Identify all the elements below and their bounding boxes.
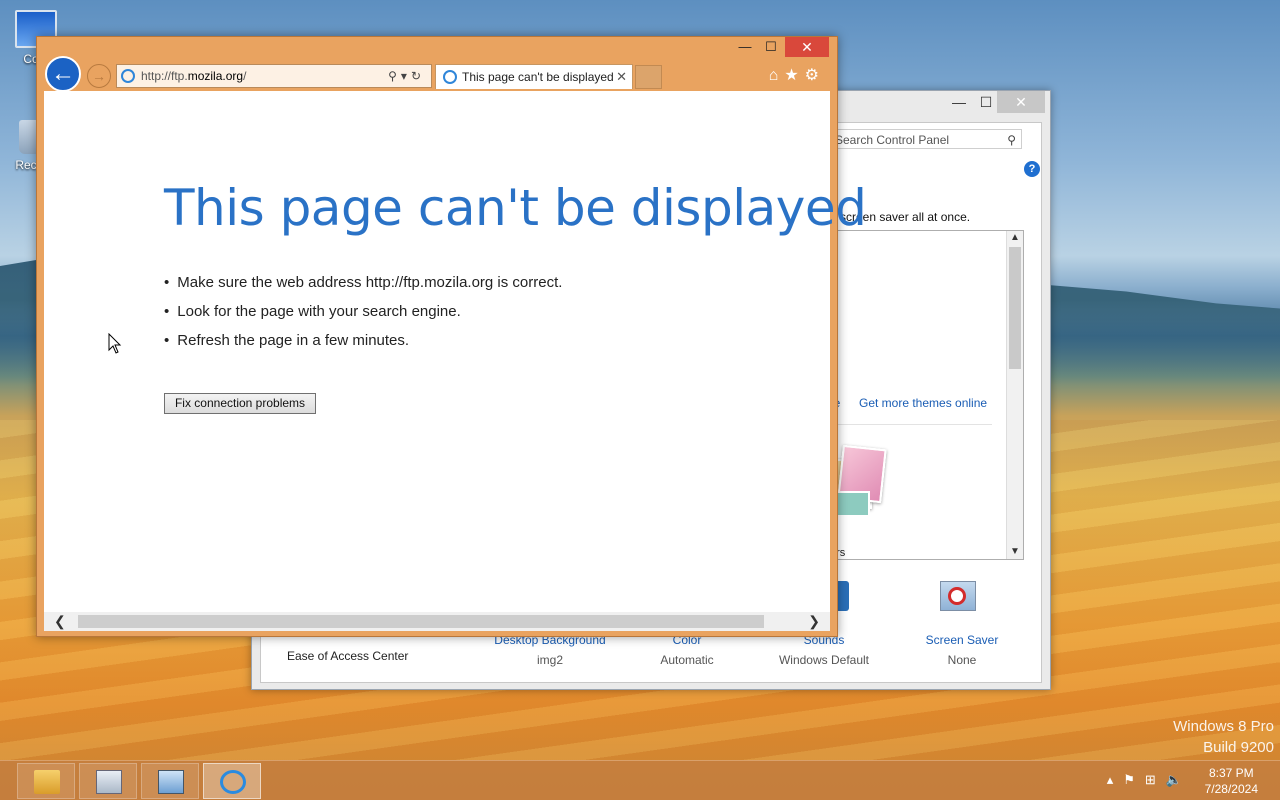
ie-page-icon xyxy=(121,69,135,83)
ease-of-access-link[interactable]: Ease of Access Center xyxy=(287,649,408,663)
new-tab-button[interactable] xyxy=(635,65,662,89)
screen-saver-icon xyxy=(938,579,978,619)
scroll-up-icon[interactable]: ▲ xyxy=(1007,231,1023,245)
watermark-line: Windows 8 Pro xyxy=(1173,718,1274,735)
search-icon[interactable]: ⚲ xyxy=(388,69,401,83)
list-item: Refresh the page in a few minutes. xyxy=(164,332,562,361)
tile-color[interactable]: Color Automatic xyxy=(618,633,756,667)
scroll-down-icon[interactable]: ▼ xyxy=(1007,545,1023,559)
horizontal-scrollbar[interactable]: ❮ ❯ xyxy=(44,612,830,631)
desktop: Com Recyc — ☐ ✕ Search Control Panel ⚲ ?… xyxy=(0,0,1280,800)
forward-button[interactable]: → xyxy=(87,64,111,88)
tile-value: None xyxy=(947,653,977,667)
dropdown-icon[interactable]: ▾ xyxy=(401,69,411,83)
browser-window: — ☐ ✕ ← → http://ftp.mozila.org/ ⚲▾↻ Thi… xyxy=(36,36,867,637)
volume-muted-icon[interactable]: 🔈 xyxy=(1166,772,1192,787)
folder-icon xyxy=(34,770,60,794)
address-url: http://ftp.mozila.org/ xyxy=(141,69,247,83)
page-content: This page can't be displayed Make sure t… xyxy=(44,91,867,631)
address-tools[interactable]: ⚲▾↻ xyxy=(388,65,425,87)
clock[interactable]: 8:37 PM 7/28/2024 xyxy=(1205,765,1258,797)
theme-list-scrollbar[interactable]: ▲ ▼ xyxy=(1006,231,1023,559)
scroll-thumb[interactable] xyxy=(1009,247,1021,369)
clock-time: 8:37 PM xyxy=(1208,766,1254,780)
help-icon[interactable]: ? xyxy=(1024,161,1040,177)
tile-value: Windows Default xyxy=(778,653,870,667)
network-icon[interactable]: ⊞ xyxy=(1145,772,1166,787)
tab-title: This page can't be displayed xyxy=(462,70,614,84)
refresh-icon[interactable]: ↻ xyxy=(411,69,425,83)
browser-toolbar: ⌂★⚙ xyxy=(769,65,825,85)
taskbar-file-explorer[interactable] xyxy=(17,763,75,799)
home-icon[interactable]: ⌂ xyxy=(769,67,785,84)
mouse-cursor-icon xyxy=(108,332,122,360)
cp-close-button[interactable]: ✕ xyxy=(997,91,1045,113)
back-button[interactable]: ← xyxy=(45,56,81,92)
windows-watermark: Windows 8 Pro Build 9200 xyxy=(1173,716,1274,758)
taskbar-calculator[interactable] xyxy=(79,763,137,799)
scroll-left-icon[interactable]: ❮ xyxy=(54,612,66,631)
taskbar-internet-explorer[interactable] xyxy=(203,763,261,799)
tile-value: Automatic xyxy=(660,653,714,667)
theme-divider xyxy=(832,424,992,425)
back-arrow-icon: ← xyxy=(51,60,75,87)
control-panel-icon xyxy=(158,770,184,794)
theme-thumbnail[interactable] xyxy=(830,444,892,521)
cp-search-placeholder: Search Control Panel xyxy=(835,133,950,147)
scroll-thumb[interactable] xyxy=(78,615,764,628)
taskbar: ▴⚑⊞🔈 8:37 PM 7/28/2024 xyxy=(0,760,1280,800)
close-button[interactable]: ✕ xyxy=(785,37,829,57)
internet-explorer-icon xyxy=(220,770,246,794)
action-center-flag-icon[interactable]: ⚑ xyxy=(1123,772,1145,787)
tab-active[interactable]: This page can't be displayed ✕ xyxy=(435,64,633,89)
minimize-button[interactable]: — xyxy=(731,37,759,57)
maximize-button[interactable]: ☐ xyxy=(757,37,785,57)
tile-screen-saver[interactable]: Screen Saver None xyxy=(893,633,1031,667)
list-item: Look for the page with your search engin… xyxy=(164,303,562,332)
search-icon: ⚲ xyxy=(1007,133,1016,147)
clock-date: 7/28/2024 xyxy=(1204,782,1258,796)
tile-sounds[interactable]: Sounds Windows Default xyxy=(755,633,893,667)
tray-icons: ▴⚑⊞🔈 xyxy=(1107,772,1192,788)
cp-search-input[interactable]: Search Control Panel ⚲ xyxy=(830,129,1022,149)
show-hidden-icons-icon[interactable]: ▴ xyxy=(1107,772,1124,787)
suggestion-list: Make sure the web address http://ftp.moz… xyxy=(164,274,562,361)
favorites-star-icon[interactable]: ★ xyxy=(784,67,804,84)
gear-icon[interactable]: ⚙ xyxy=(805,67,825,84)
forward-arrow-icon: → xyxy=(92,68,106,84)
system-tray: ▴⚑⊞🔈 8:37 PM 7/28/2024 xyxy=(1060,761,1280,800)
tile-link[interactable]: Screen Saver xyxy=(893,633,1031,647)
fix-connection-button[interactable]: Fix connection problems xyxy=(164,393,316,414)
watermark-line: Build 9200 xyxy=(1203,739,1274,756)
page-title: This page can't be displayed xyxy=(164,179,867,237)
get-more-themes-link[interactable]: Get more themes online xyxy=(859,396,987,410)
list-item: Make sure the web address http://ftp.moz… xyxy=(164,274,562,303)
address-bar[interactable]: http://ftp.mozila.org/ ⚲▾↻ xyxy=(116,64,432,88)
ie-page-icon xyxy=(443,70,457,84)
tile-value: img2 xyxy=(536,653,563,667)
tile-desktop-background[interactable]: Desktop Background img2 xyxy=(481,633,619,667)
calculator-icon xyxy=(96,770,122,794)
taskbar-control-panel[interactable] xyxy=(141,763,199,799)
scroll-right-icon[interactable]: ❯ xyxy=(808,612,820,631)
tab-close-icon[interactable]: ✕ xyxy=(616,65,627,89)
